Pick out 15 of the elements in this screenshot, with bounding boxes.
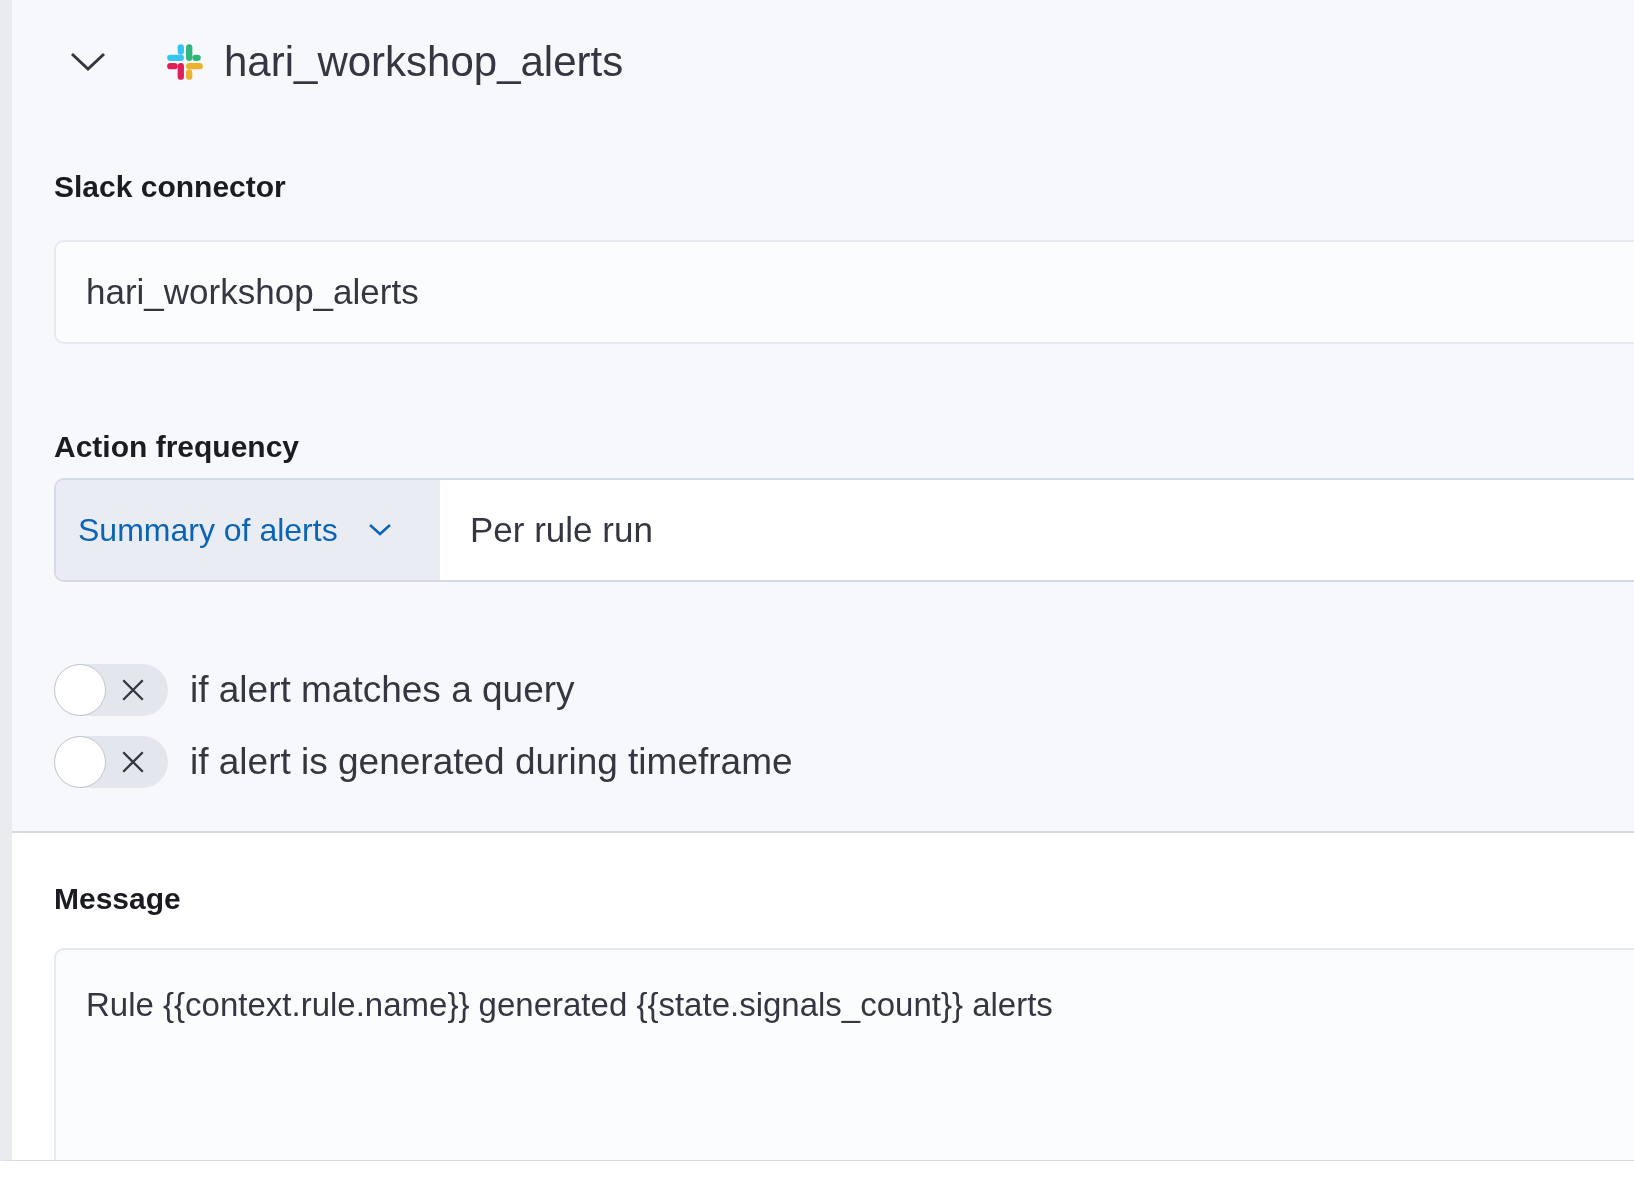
message-textarea[interactable]: Rule {{context.rule.name}} generated {{state.signals_count}} alerts: [54, 948, 1634, 1160]
collapse-toggle[interactable]: [70, 52, 106, 72]
field-label: Message: [54, 882, 182, 916]
field-label: Slack connector: [54, 170, 287, 204]
toggle-switch[interactable]: [54, 664, 168, 716]
accordion-title: hari_workshop_alerts: [224, 38, 624, 86]
cross-icon: [120, 749, 146, 775]
toggle-label: if alert matches a query: [190, 669, 575, 711]
hash-logo-icon: [164, 41, 206, 83]
toggle-switch[interactable]: [54, 736, 168, 788]
connector-field[interactable]: hari_workshop_alerts: [54, 240, 1634, 344]
field-label: Action frequency: [54, 430, 301, 464]
cross-icon: [120, 677, 146, 703]
toggle-label: if alert is generated during timeframe: [190, 741, 793, 783]
chevron-down-icon: [70, 52, 106, 72]
